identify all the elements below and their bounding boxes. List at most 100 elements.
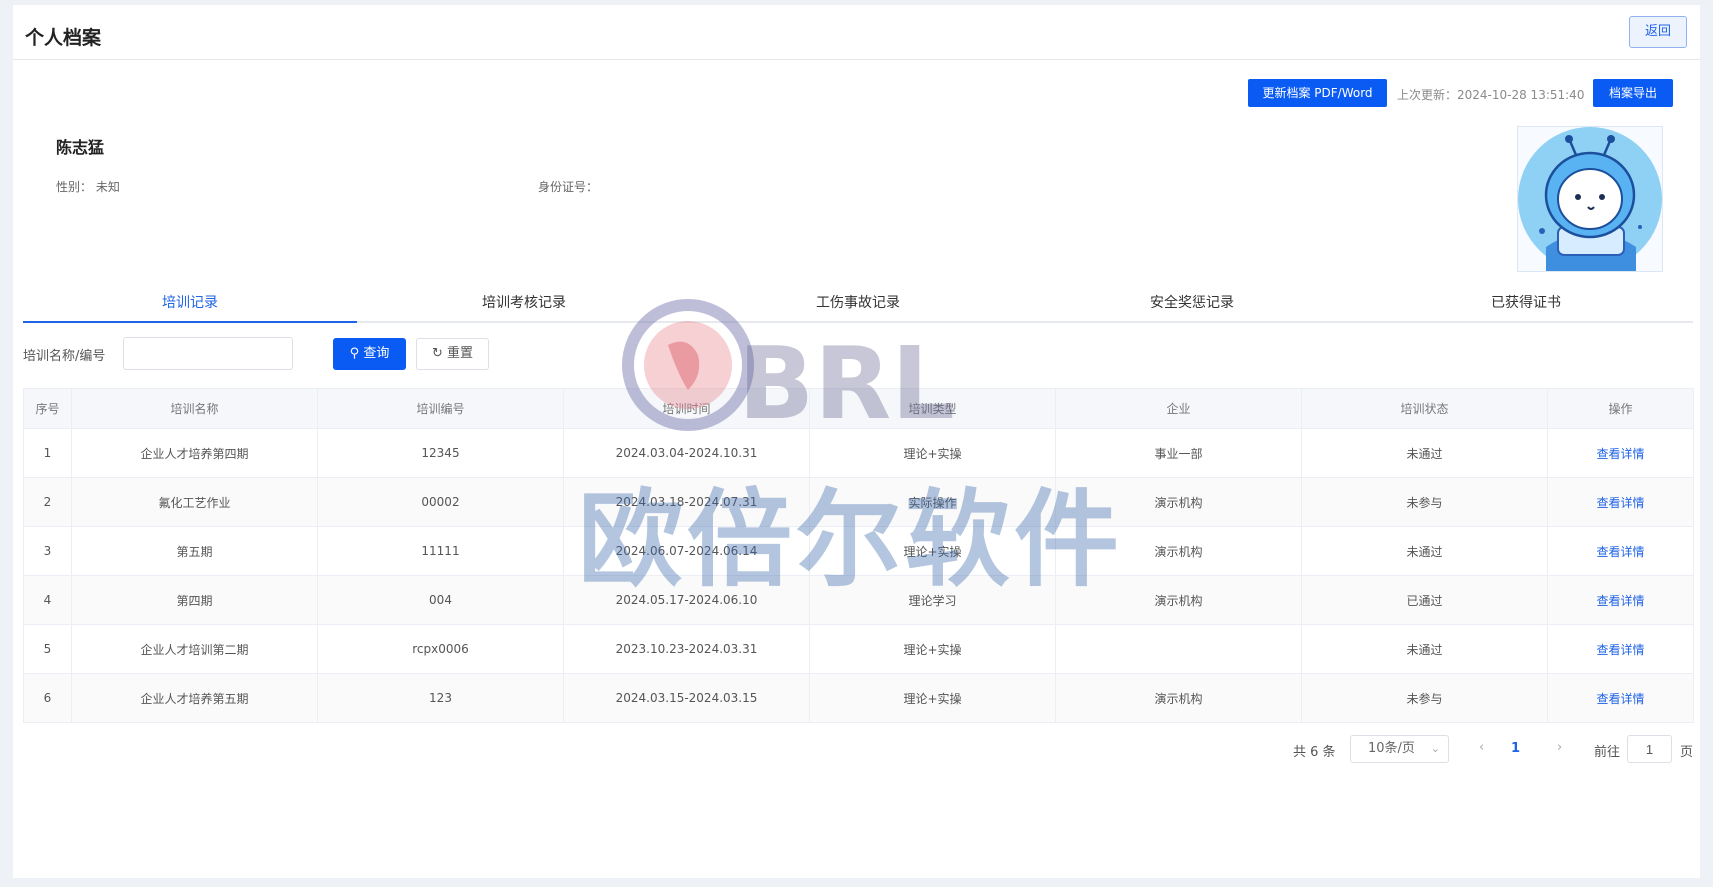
table-row: 1 企业人才培养第四期 12345 2024.03.04-2024.10.31 … — [23, 428, 1694, 478]
search-icon: ⚲ — [349, 346, 360, 361]
cell-status: 未参与 — [1301, 673, 1548, 723]
cell-type: 理论+实操 — [809, 428, 1056, 478]
table-header-row: 序号 培训名称 培训编号 培训时间 培训类型 企业 培训状态 操作 — [23, 388, 1694, 429]
cell-status: 未通过 — [1301, 526, 1548, 576]
cell-code: 11111 — [317, 526, 564, 576]
cell-name: 企业人才培养第四期 — [71, 428, 318, 478]
table-row: 6 企业人才培养第五期 123 2024.03.15-2024.03.15 理论… — [23, 673, 1694, 723]
idcard-field: 身份证号： — [538, 178, 598, 195]
view-details-link[interactable]: 查看详情 — [1596, 447, 1644, 461]
cell-type: 理论+实操 — [809, 673, 1056, 723]
tab-training-assessment[interactable]: 培训考核记录 — [357, 286, 691, 321]
cell-name: 企业人才培养第五期 — [71, 673, 318, 723]
cell-time: 2024.05.17-2024.06.10 — [563, 575, 810, 625]
table-row: 4 第四期 004 2024.05.17-2024.06.10 理论学习 演示机… — [23, 575, 1694, 625]
cell-time: 2024.06.07-2024.06.14 — [563, 526, 810, 576]
tab-safety-rewards[interactable]: 安全奖惩记录 — [1025, 286, 1359, 321]
cell-index: 2 — [23, 477, 72, 527]
cell-code: rcpx0006 — [317, 624, 564, 674]
gender-field: 性别： 未知 — [56, 178, 120, 195]
col-header-index: 序号 — [23, 388, 72, 429]
col-header-name: 培训名称 — [71, 388, 318, 429]
training-table: 序号 培训名称 培训编号 培训时间 培训类型 企业 培训状态 操作 1 企业人才… — [23, 388, 1694, 723]
page-unit-label: 页 — [1680, 745, 1694, 760]
cell-index: 1 — [23, 428, 72, 478]
cell-company: 演示机构 — [1055, 575, 1302, 625]
view-details-link[interactable]: 查看详情 — [1596, 496, 1644, 510]
view-details-link[interactable]: 查看详情 — [1596, 594, 1644, 608]
col-header-time: 培训时间 — [563, 388, 810, 429]
cell-time: 2024.03.15-2024.03.15 — [563, 673, 810, 723]
page-number[interactable]: 1 — [1511, 741, 1520, 756]
cell-status: 已通过 — [1301, 575, 1548, 625]
record-tabs: 培训记录 培训考核记录 工伤事故记录 安全奖惩记录 已获得证书 — [23, 286, 1693, 323]
cell-company: 演示机构 — [1055, 673, 1302, 723]
prev-page-icon[interactable]: ‹ — [1479, 740, 1484, 755]
chevron-down-icon: ⌄ — [1430, 742, 1440, 755]
cell-code: 004 — [317, 575, 564, 625]
col-header-company: 企业 — [1055, 388, 1302, 429]
col-header-status: 培训状态 — [1301, 388, 1548, 429]
cell-status: 未参与 — [1301, 477, 1548, 527]
tab-work-injury[interactable]: 工伤事故记录 — [691, 286, 1025, 321]
cell-code: 123 — [317, 673, 564, 723]
cell-time: 2024.03.18-2024.07.31 — [563, 477, 810, 527]
col-header-code: 培训编号 — [317, 388, 564, 429]
refresh-icon: ↻ — [431, 346, 443, 361]
cell-name: 第五期 — [71, 526, 318, 576]
view-details-link[interactable]: 查看详情 — [1596, 692, 1644, 706]
search-label: 培训名称/编号 — [23, 349, 106, 364]
export-profile-button[interactable]: 档案导出 — [1593, 79, 1673, 107]
profile-card: 个人档案 返回 更新档案 PDF/Word 上次更新：2024-10-28 13… — [13, 5, 1700, 878]
page-size-select[interactable]: 10条/页 ⌄ — [1350, 735, 1449, 763]
reset-label: 重置 — [447, 346, 474, 361]
table-row: 5 企业人才培训第二期 rcpx0006 2023.10.23-2024.03.… — [23, 624, 1694, 674]
cell-index: 6 — [23, 673, 72, 723]
cell-index: 4 — [23, 575, 72, 625]
tab-training-records[interactable]: 培训记录 — [23, 286, 357, 323]
query-button[interactable]: ⚲ 查询 — [333, 338, 406, 370]
cell-name: 氟化工艺作业 — [71, 477, 318, 527]
search-input[interactable] — [123, 337, 293, 370]
query-label: 查询 — [363, 346, 390, 361]
next-page-icon[interactable]: › — [1557, 740, 1562, 755]
page-header: 个人档案 返回 — [13, 5, 1700, 60]
back-button[interactable]: 返回 — [1629, 16, 1687, 48]
cell-index: 3 — [23, 526, 72, 576]
last-update-text: 上次更新：2024-10-28 13:51:40 — [1397, 88, 1585, 102]
cell-time: 2024.03.04-2024.10.31 — [563, 428, 810, 478]
update-profile-button[interactable]: 更新档案 PDF/Word — [1248, 79, 1387, 107]
view-details-link[interactable]: 查看详情 — [1596, 545, 1644, 559]
person-name: 陈志猛 — [56, 138, 105, 157]
goto-page-input[interactable] — [1627, 735, 1672, 763]
cell-name: 企业人才培训第二期 — [71, 624, 318, 674]
cell-type: 理论+实操 — [809, 624, 1056, 674]
avatar — [1517, 126, 1663, 272]
idcard-label: 身份证号： — [538, 180, 599, 194]
pagination: 共 6 条 10条/页 ⌄ ‹ 1 › 前往 页 — [13, 735, 1700, 763]
cell-status: 未通过 — [1301, 624, 1548, 674]
cell-company — [1055, 624, 1302, 674]
cell-company: 演示机构 — [1055, 477, 1302, 527]
total-count: 共 6 条 — [1293, 745, 1336, 760]
col-header-type: 培训类型 — [809, 388, 1056, 429]
cell-index: 5 — [23, 624, 72, 674]
page-title: 个人档案 — [25, 27, 102, 49]
table-row: 3 第五期 11111 2024.06.07-2024.06.14 理论+实操 … — [23, 526, 1694, 576]
cell-code: 00002 — [317, 477, 564, 527]
cell-code: 12345 — [317, 428, 564, 478]
cell-type: 理论学习 — [809, 575, 1056, 625]
cell-type: 实际操作 — [809, 477, 1056, 527]
reset-button[interactable]: ↻ 重置 — [416, 338, 489, 370]
gender-label: 性别： — [56, 180, 93, 194]
cell-company: 事业一部 — [1055, 428, 1302, 478]
avatar-robot-icon — [1518, 127, 1662, 271]
view-details-link[interactable]: 查看详情 — [1596, 643, 1644, 657]
col-header-action: 操作 — [1547, 388, 1694, 429]
page-size-value: 10条/页 — [1368, 741, 1415, 756]
cell-name: 第四期 — [71, 575, 318, 625]
tab-certificates[interactable]: 已获得证书 — [1359, 286, 1693, 321]
goto-label: 前往 — [1594, 745, 1621, 760]
gender-value: 未知 — [95, 180, 120, 194]
cell-status: 未通过 — [1301, 428, 1548, 478]
